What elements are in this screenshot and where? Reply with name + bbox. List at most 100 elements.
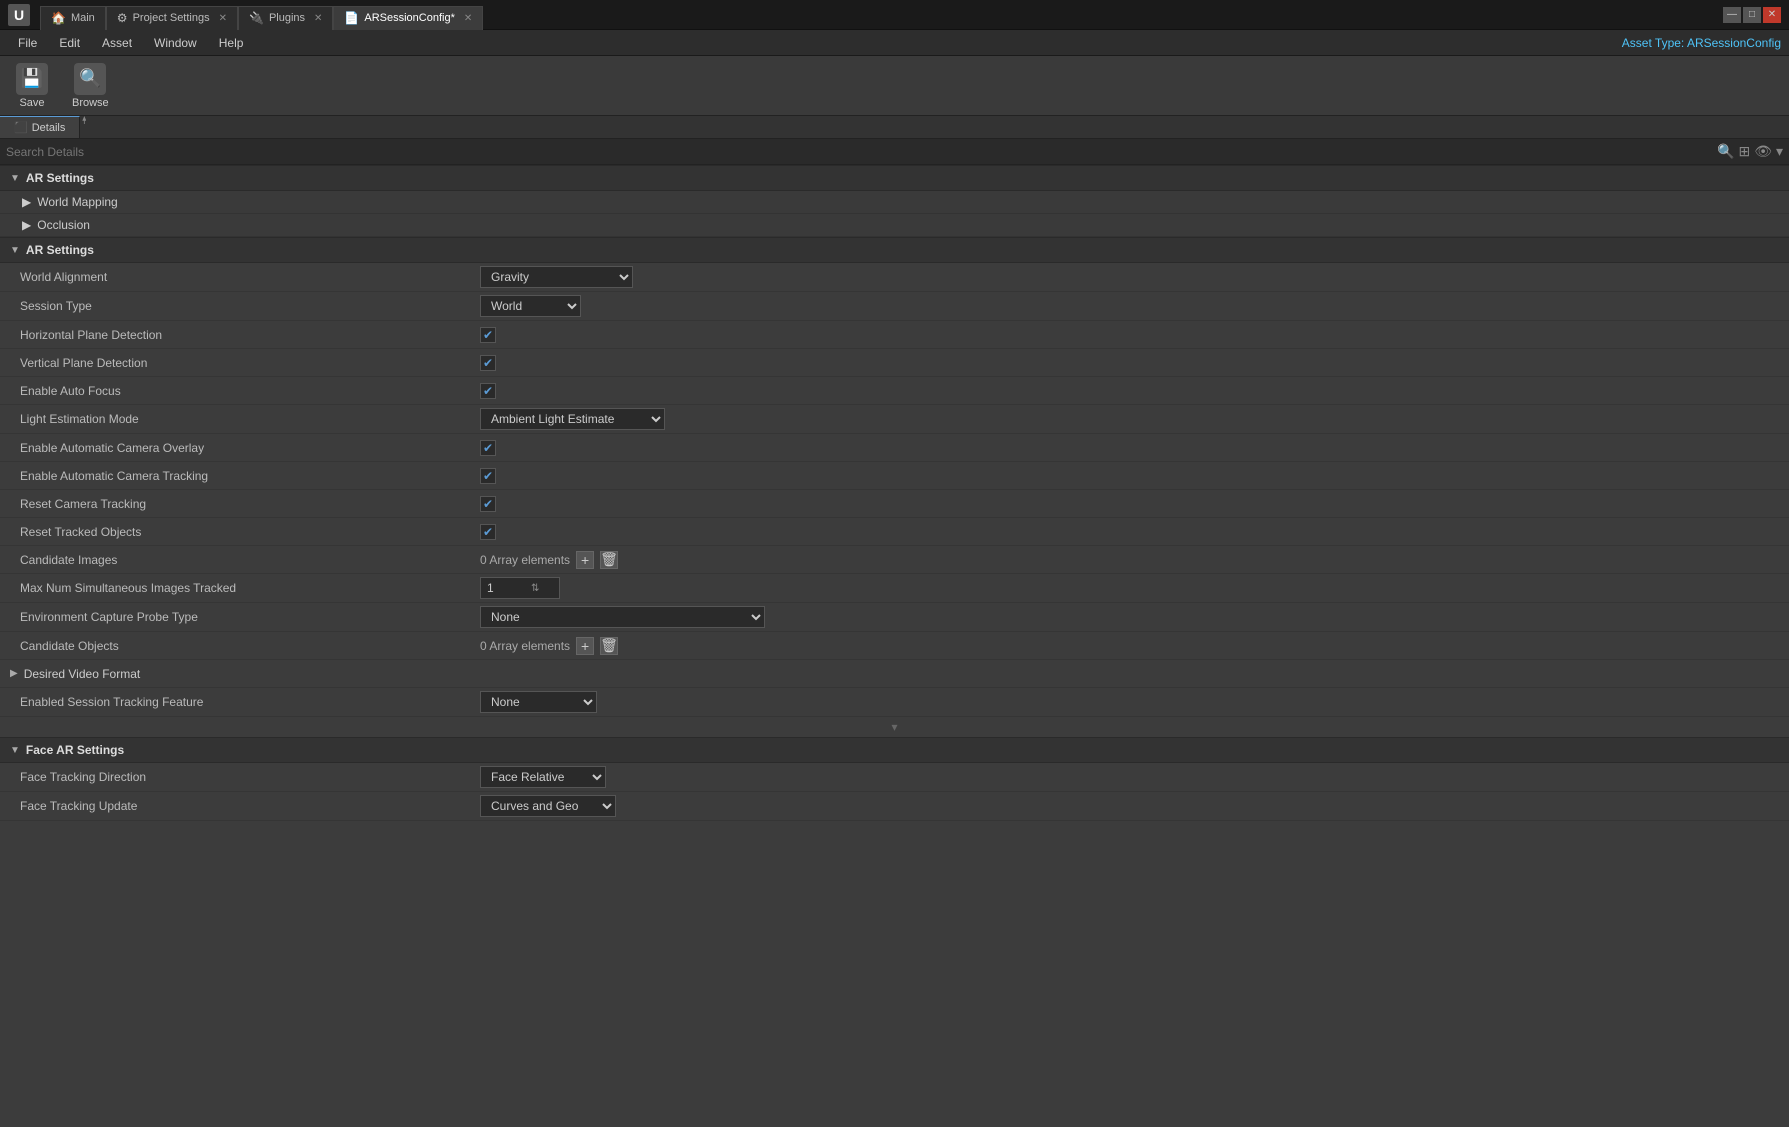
- tab-project-settings-icon: ⚙: [117, 11, 128, 25]
- face-tracking-direction-select[interactable]: Face Relative World Relative: [480, 766, 606, 788]
- search-input[interactable]: [6, 145, 1711, 159]
- save-button[interactable]: 💾 Save: [8, 59, 56, 113]
- menu-asset[interactable]: Asset: [92, 34, 142, 52]
- title-bar: U 🏠 Main ⚙ Project Settings ✕ 🔌 Plugins …: [0, 0, 1789, 30]
- tab-plugins-close[interactable]: ✕: [314, 13, 322, 24]
- menu-help[interactable]: Help: [209, 34, 254, 52]
- enabled-session-tracking-feature-select[interactable]: None PoseData PlaneData FaceData ImageDa…: [480, 691, 597, 713]
- light-estimation-mode-row: Light Estimation Mode None Ambient Light…: [0, 405, 1789, 434]
- session-type-select[interactable]: World Face Image Object Location Positio…: [480, 295, 581, 317]
- reset-tracked-objects-label: Reset Tracked Objects: [20, 525, 480, 539]
- occlusion-header[interactable]: ▶ Occlusion: [0, 214, 1789, 237]
- enable-auto-focus-checkbox[interactable]: ✔: [480, 383, 496, 399]
- light-estimation-mode-label: Light Estimation Mode: [20, 412, 480, 426]
- browse-button[interactable]: 🔍 Browse: [64, 59, 117, 113]
- session-type-value: World Face Image Object Location Positio…: [480, 295, 1769, 317]
- face-tracking-update-value: Curves and Geo Curves Only Geo Only None: [480, 795, 1769, 817]
- candidate-objects-add[interactable]: +: [576, 637, 594, 655]
- menu-edit[interactable]: Edit: [49, 34, 90, 52]
- reset-tracked-objects-row: Reset Tracked Objects ✔: [0, 518, 1789, 546]
- ar-settings-section1-header[interactable]: ▼ AR Settings: [0, 165, 1789, 191]
- enable-automatic-camera-tracking-value: ✔: [480, 468, 1769, 484]
- reset-camera-tracking-checkbox[interactable]: ✔: [480, 496, 496, 512]
- candidate-images-add[interactable]: +: [576, 551, 594, 569]
- browse-label: Browse: [72, 97, 109, 109]
- close-button[interactable]: ✕: [1763, 7, 1781, 23]
- candidate-objects-row: Candidate Objects 0 Array elements + 🗑: [0, 632, 1789, 660]
- horizontal-plane-detection-row: Horizontal Plane Detection ✔: [0, 321, 1789, 349]
- enable-automatic-camera-overlay-checkbox[interactable]: ✔: [480, 440, 496, 456]
- horizontal-plane-detection-checkbox[interactable]: ✔: [480, 327, 496, 343]
- menu-items: File Edit Asset Window Help: [8, 34, 253, 52]
- world-mapping-label: World Mapping: [37, 195, 117, 209]
- eye-icon[interactable]: 👁: [1754, 143, 1772, 160]
- world-mapping-arrow: ▶: [22, 195, 31, 209]
- asset-type-value: ARSessionConfig: [1687, 36, 1781, 50]
- horizontal-plane-detection-label: Horizontal Plane Detection: [20, 328, 480, 342]
- tab-arsession-close[interactable]: ✕: [464, 13, 472, 24]
- enable-automatic-camera-tracking-label: Enable Automatic Camera Tracking: [20, 469, 480, 483]
- world-alignment-select[interactable]: Gravity Camera GravityAndHeading: [480, 266, 633, 288]
- menu-window[interactable]: Window: [144, 34, 207, 52]
- horizontal-plane-detection-checkbox-wrapper: ✔: [480, 327, 496, 343]
- save-icon: 💾: [16, 63, 48, 95]
- asset-type: Asset Type: ARSessionConfig: [1622, 36, 1781, 50]
- desired-video-format-row[interactable]: ▶ Desired Video Format: [0, 660, 1789, 688]
- max-num-simultaneous-label: Max Num Simultaneous Images Tracked: [20, 581, 480, 595]
- face-tracking-direction-label: Face Tracking Direction: [20, 770, 480, 784]
- tab-plugins[interactable]: 🔌 Plugins ✕: [238, 6, 333, 30]
- face-tracking-update-select[interactable]: Curves and Geo Curves Only Geo Only None: [480, 795, 616, 817]
- enable-automatic-camera-overlay-checkbox-wrapper: ✔: [480, 440, 496, 456]
- spin-icon: ⇅: [531, 583, 539, 594]
- details-tab[interactable]: ⬛ Details: [0, 116, 80, 138]
- toolbar: 💾 Save 🔍 Browse: [0, 56, 1789, 116]
- environment-capture-probe-type-select[interactable]: None AutomaticOcclusionAndEnvironmentLig…: [480, 606, 765, 628]
- enable-auto-focus-label: Enable Auto Focus: [20, 384, 480, 398]
- reset-camera-tracking-label: Reset Camera Tracking: [20, 497, 480, 511]
- candidate-objects-remove[interactable]: 🗑: [600, 637, 618, 655]
- section1-arrow: ▼: [10, 173, 20, 184]
- tab-arsession[interactable]: 📄 ARSessionConfig* ✕: [333, 6, 483, 30]
- ar-settings-section2-header[interactable]: ▼ AR Settings: [0, 237, 1789, 263]
- environment-capture-probe-type-row: Environment Capture Probe Type None Auto…: [0, 603, 1789, 632]
- world-alignment-value: Gravity Camera GravityAndHeading: [480, 266, 1769, 288]
- vertical-plane-detection-checkbox[interactable]: ✔: [480, 355, 496, 371]
- candidate-objects-count: 0 Array elements: [480, 639, 570, 653]
- reset-camera-tracking-value: ✔: [480, 496, 1769, 512]
- details-tab-label: Details: [32, 122, 66, 134]
- light-estimation-mode-select[interactable]: None Ambient Light Estimate Directional …: [480, 408, 665, 430]
- reset-tracked-objects-checkbox[interactable]: ✔: [480, 524, 496, 540]
- vertical-plane-detection-label: Vertical Plane Detection: [20, 356, 480, 370]
- ar-settings-section2-label: AR Settings: [26, 243, 94, 257]
- enable-auto-focus-checkbox-wrapper: ✔: [480, 383, 496, 399]
- world-mapping-header[interactable]: ▶ World Mapping: [0, 191, 1789, 214]
- enable-auto-focus-row: Enable Auto Focus ✔: [0, 377, 1789, 405]
- reset-camera-tracking-row: Reset Camera Tracking ✔: [0, 490, 1789, 518]
- tab-project-settings-close[interactable]: ✕: [219, 13, 227, 24]
- candidate-images-count: 0 Array elements: [480, 553, 570, 567]
- tab-main[interactable]: 🏠 Main: [40, 6, 106, 30]
- max-num-simultaneous-input[interactable]: [487, 581, 527, 595]
- minimize-button[interactable]: —: [1723, 7, 1741, 23]
- world-alignment-label: World Alignment: [20, 270, 480, 284]
- face-ar-settings-header[interactable]: ▼ Face AR Settings: [0, 737, 1789, 763]
- light-estimation-mode-value: None Ambient Light Estimate Directional …: [480, 408, 1769, 430]
- occlusion-label: Occlusion: [37, 218, 90, 232]
- save-label: Save: [19, 97, 44, 109]
- tab-project-settings[interactable]: ⚙ Project Settings ✕: [106, 6, 238, 30]
- reset-tracked-objects-value: ✔: [480, 524, 1769, 540]
- enable-automatic-camera-tracking-checkbox[interactable]: ✔: [480, 468, 496, 484]
- search-icon[interactable]: 🔍: [1717, 143, 1734, 160]
- reset-camera-tracking-checkbox-wrapper: ✔: [480, 496, 496, 512]
- grid-icon[interactable]: ⊞: [1738, 143, 1750, 160]
- vertical-plane-detection-value: ✔: [480, 355, 1769, 371]
- occlusion-arrow: ▶: [22, 218, 31, 232]
- maximize-button[interactable]: □: [1743, 7, 1761, 23]
- menu-file[interactable]: File: [8, 34, 47, 52]
- max-num-simultaneous-input-wrapper: ⇅: [480, 577, 560, 599]
- face-tracking-update-row: Face Tracking Update Curves and Geo Curv…: [0, 792, 1789, 821]
- enabled-session-tracking-feature-label: Enabled Session Tracking Feature: [20, 695, 480, 709]
- chevron-down-icon[interactable]: ▾: [1776, 143, 1783, 160]
- candidate-images-remove[interactable]: 🗑: [600, 551, 618, 569]
- candidate-objects-label: Candidate Objects: [20, 639, 480, 653]
